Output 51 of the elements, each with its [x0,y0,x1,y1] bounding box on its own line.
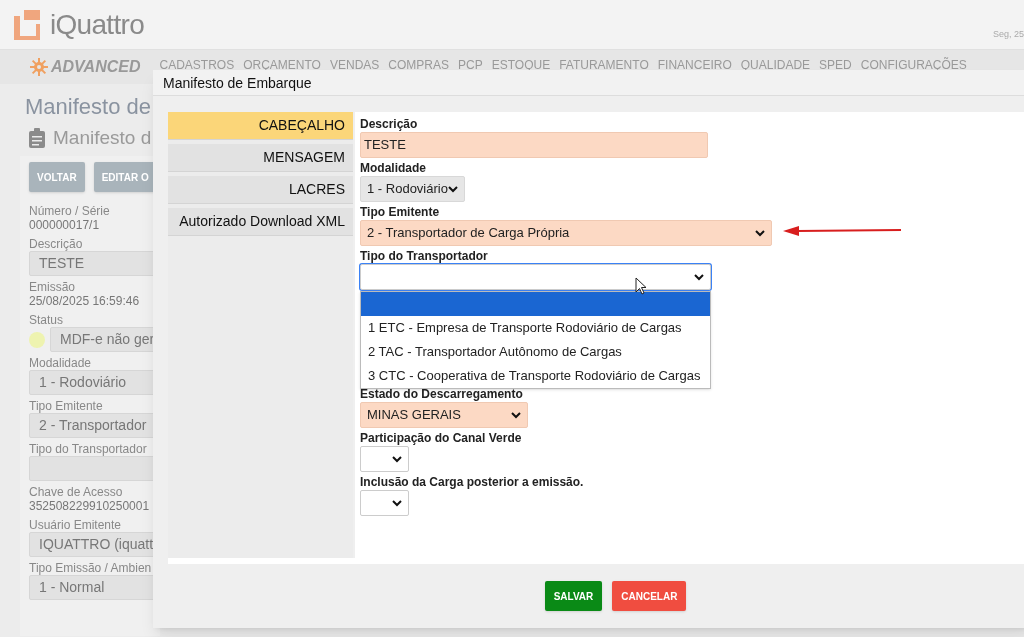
field-label: Tipo Emitente [360,204,441,220]
field-label: Descrição [360,116,419,132]
select-field[interactable]: MINAS GERAIS [360,402,528,428]
field-label: Descrição [29,237,84,251]
field-label: Usuário Emitente [29,518,123,532]
dropdown-option[interactable] [361,292,710,316]
field-label: Chave de Acesso [29,485,124,499]
chevron-down-icon [392,455,402,463]
field-label: Participação do Canal Verde [360,430,523,446]
tab[interactable]: LACRES [168,176,353,204]
modal-button[interactable]: CANCELAR [612,581,687,611]
field-label: Inclusão da Carga posterior a emissão. [360,474,585,490]
tab[interactable]: CABEÇALHO [168,112,353,140]
chevron-down-icon [694,273,704,281]
field-label: Tipo Emissão / Ambien [29,561,153,575]
field-value: 25/08/2025 16:59:46 [29,294,141,309]
tab[interactable]: MENSAGEM [168,144,353,172]
gear-icon [30,58,48,76]
dropdown-option[interactable]: 2 TAC - Transportador Autônomo de Cargas [361,340,710,364]
clipboard-icon [29,128,45,148]
modal-title: Manifesto de Embarque [153,70,1024,96]
field-label: Modalidade [29,356,93,370]
select-field[interactable] [360,490,409,516]
field-label: Estado do Descarregamento [360,386,524,402]
date-text: Seg, 25 [992,28,1024,41]
field-label: Tipo Emitente [29,399,104,413]
field-label: Status [29,313,65,327]
chevron-down-icon [448,185,458,193]
field-value: 352508229910250001 [29,499,151,514]
field-label: Tipo do Transportador [360,248,489,264]
chevron-down-icon [755,229,765,237]
input-field[interactable]: TESTE [360,132,708,158]
select-field[interactable]: 1 - Rodoviário [360,176,465,202]
page-button[interactable]: VOLTAR [29,162,85,192]
dropdown-option[interactable]: 1 ETC - Empresa de Transporte Rodoviário de Cargas [361,316,710,340]
field-value: 000000017/1 [29,218,101,233]
field-label: Número / Série [29,204,111,218]
logo-text: iQuattro [50,7,144,42]
field-label: Modalidade [360,160,427,176]
chevron-down-icon [392,499,402,507]
field-label: Emissão [29,280,76,294]
select-field[interactable] [360,264,711,290]
dropdown-option[interactable]: 3 CTC - Cooperativa de Transporte Rodoviário de Cargas [361,364,710,388]
field-label: Tipo do Transportador [29,442,148,456]
select-field[interactable]: 2 - Transportador de Carga Própria [360,220,772,246]
tab[interactable]: Autorizado Download XML [168,208,353,236]
page-subtitle: Manifesto d [53,125,152,150]
brand-text: ADVANCED [51,57,141,77]
chevron-down-icon [511,411,521,419]
modal-button[interactable]: SALVAR [544,581,603,611]
select-field[interactable] [360,446,409,472]
